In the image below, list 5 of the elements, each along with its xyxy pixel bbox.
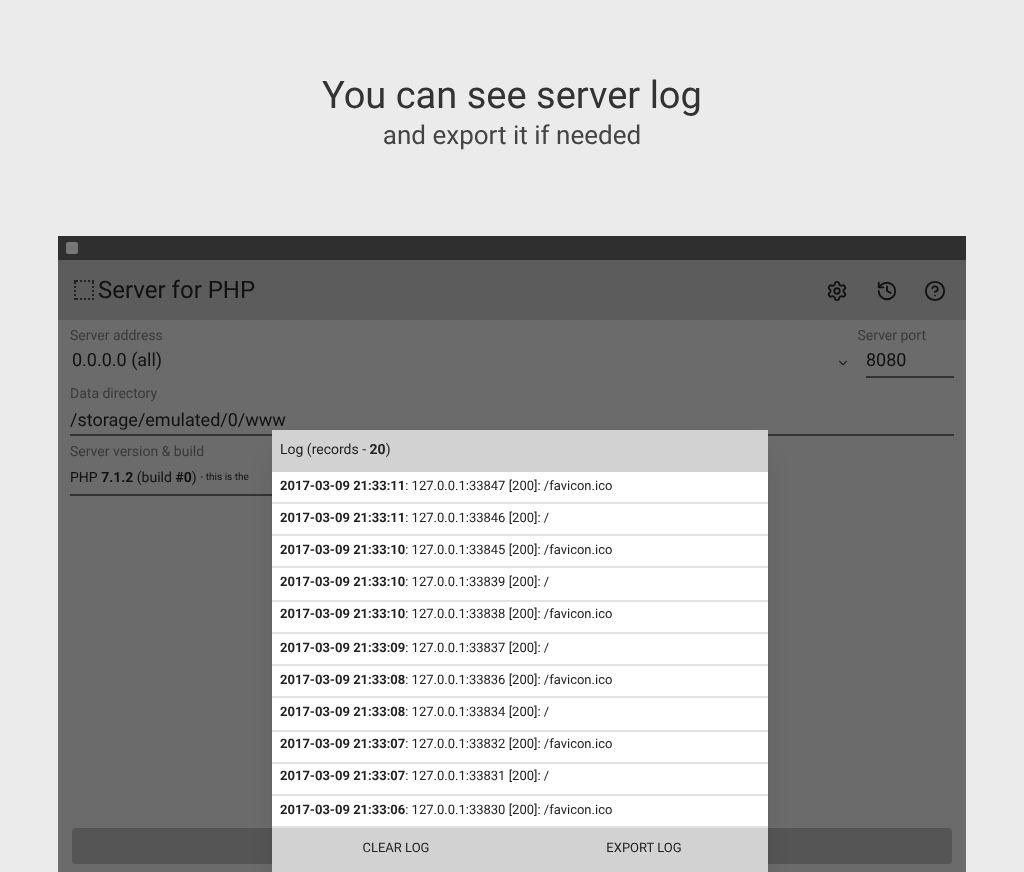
address-dropdown[interactable]: 0.0.0.0 (all) (70, 349, 866, 377)
app-title: Server for PHP (98, 274, 256, 308)
port-input[interactable]: 8080 (866, 349, 954, 377)
headline: You can see server log (322, 72, 702, 120)
subheadline: and export it if needed (382, 120, 642, 156)
